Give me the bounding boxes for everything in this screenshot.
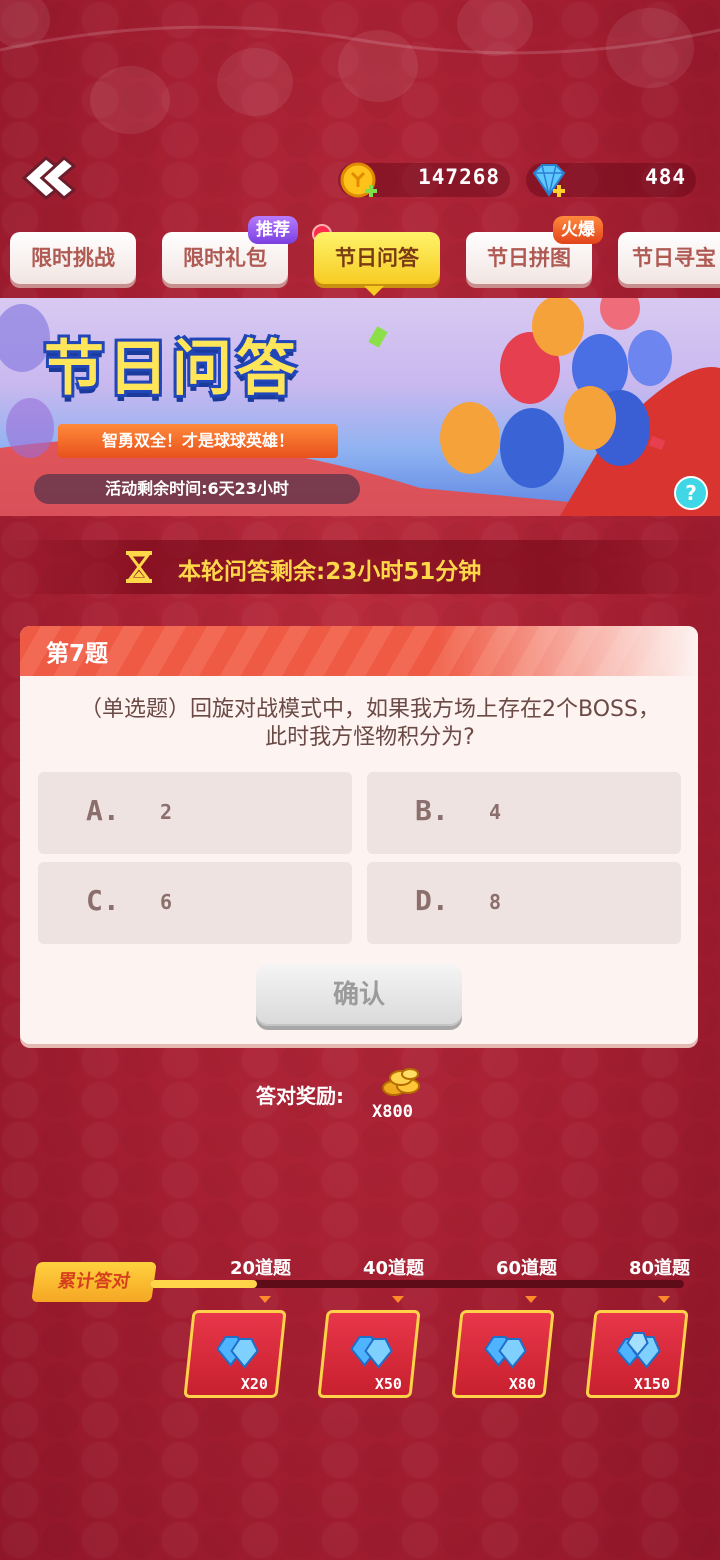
option-label: A. xyxy=(86,794,120,827)
milestone-arrow xyxy=(658,1296,670,1303)
tab-label: 节日拼图 xyxy=(487,246,571,270)
option-label: D. xyxy=(415,884,449,917)
question-number: 第7题 xyxy=(46,641,109,667)
help-button[interactable]: ? xyxy=(674,476,708,510)
recommend-badge: 推荐 xyxy=(248,216,298,244)
reward-label: 答对奖励: xyxy=(256,1084,344,1108)
milestone-arrow xyxy=(259,1296,271,1303)
diamond-icon xyxy=(216,1336,259,1369)
diamond-icon xyxy=(616,1332,661,1369)
milestone-arrow xyxy=(392,1296,404,1303)
gem-icon xyxy=(532,164,566,197)
milestone-label: 20道题 xyxy=(230,1258,292,1279)
back-arrow-icon[interactable] xyxy=(16,150,80,206)
coin-balance[interactable]: 147268 xyxy=(338,162,510,198)
option-d[interactable]: D. 8 xyxy=(367,862,681,944)
tab-label: 限时挑战 xyxy=(31,246,115,270)
milestone-reward[interactable]: X150 xyxy=(585,1310,689,1398)
tab-label: 限时礼包 xyxy=(183,246,267,270)
question-card: 第7题 （单选题）回旋对战模式中，如果我方场上存在2个BOSS，此时我方怪物积分… xyxy=(20,626,698,1044)
option-value: 4 xyxy=(489,800,502,824)
tab-holiday-quiz[interactable]: 节日问答 xyxy=(314,232,440,284)
option-label: B. xyxy=(415,794,449,827)
milestone-quantity: X150 xyxy=(633,1375,670,1393)
tab-label: 节日寻宝 xyxy=(632,246,716,270)
option-value: 6 xyxy=(160,890,173,914)
round-countdown: 本轮问答剩余:23小时51分钟 xyxy=(0,540,720,594)
tab-holiday-treasure[interactable]: 节日寻宝 xyxy=(618,232,720,284)
gem-amount: 484 xyxy=(645,165,686,189)
milestone-reward[interactable]: X80 xyxy=(451,1310,555,1398)
gem-balance[interactable]: 484 xyxy=(526,163,696,197)
banner-title: 节日问答 xyxy=(44,334,300,404)
milestone-quantity: X50 xyxy=(374,1375,402,1393)
option-b[interactable]: B. 4 xyxy=(367,772,681,854)
confirm-button[interactable]: 确认 xyxy=(256,964,462,1026)
header-fade xyxy=(438,626,698,676)
gold-coins-icon xyxy=(382,1068,420,1096)
milestone-quantity: X20 xyxy=(240,1375,268,1393)
option-value: 8 xyxy=(489,890,502,914)
milestone-arrow xyxy=(525,1296,537,1303)
milestone-reward[interactable]: X50 xyxy=(317,1310,421,1398)
diamond-icon xyxy=(350,1336,393,1369)
coin-icon xyxy=(340,162,377,198)
lantern-decoration xyxy=(0,0,720,134)
question-header: 第7题 xyxy=(20,626,698,676)
milestone-label: 60道题 xyxy=(496,1258,558,1279)
option-value: 2 xyxy=(160,800,173,824)
reward-quantity: X800 xyxy=(372,1102,413,1122)
milestone-quantity: X80 xyxy=(508,1375,536,1393)
tab-label: 节日问答 xyxy=(335,246,419,270)
event-banner: 节日问答 智勇双全！才是球球英雄！ 活动剩余时间:6天23小时 ? xyxy=(0,298,720,516)
cumulative-progress-fill xyxy=(150,1280,257,1288)
milestone-label: 80道题 xyxy=(629,1258,691,1279)
option-a[interactable]: A. 2 xyxy=(38,772,352,854)
option-label: C. xyxy=(86,884,120,917)
cumulative-label: 累计答对 xyxy=(31,1262,157,1302)
hot-badge: 火爆 xyxy=(553,216,603,244)
coin-amount: 147268 xyxy=(418,165,500,189)
question-text: （单选题）回旋对战模式中，如果我方场上存在2个BOSS，此时我方怪物积分为? xyxy=(80,697,660,750)
milestone-label: 40道题 xyxy=(363,1258,425,1279)
milestone-reward[interactable]: X20 xyxy=(183,1310,287,1398)
banner-slogan: 智勇双全！才是球球英雄！ xyxy=(58,424,338,458)
tab-limited-challenge[interactable]: 限时挑战 xyxy=(10,232,136,284)
hourglass-icon xyxy=(126,551,152,583)
active-tab-pointer xyxy=(364,286,384,296)
cumulative-progress-track xyxy=(150,1280,684,1288)
event-remaining-time: 活动剩余时间:6天23小时 xyxy=(34,474,360,504)
diamond-icon xyxy=(484,1336,527,1369)
option-c[interactable]: C. 6 xyxy=(38,862,352,944)
round-countdown-text: 本轮问答剩余:23小时51分钟 xyxy=(178,559,482,585)
